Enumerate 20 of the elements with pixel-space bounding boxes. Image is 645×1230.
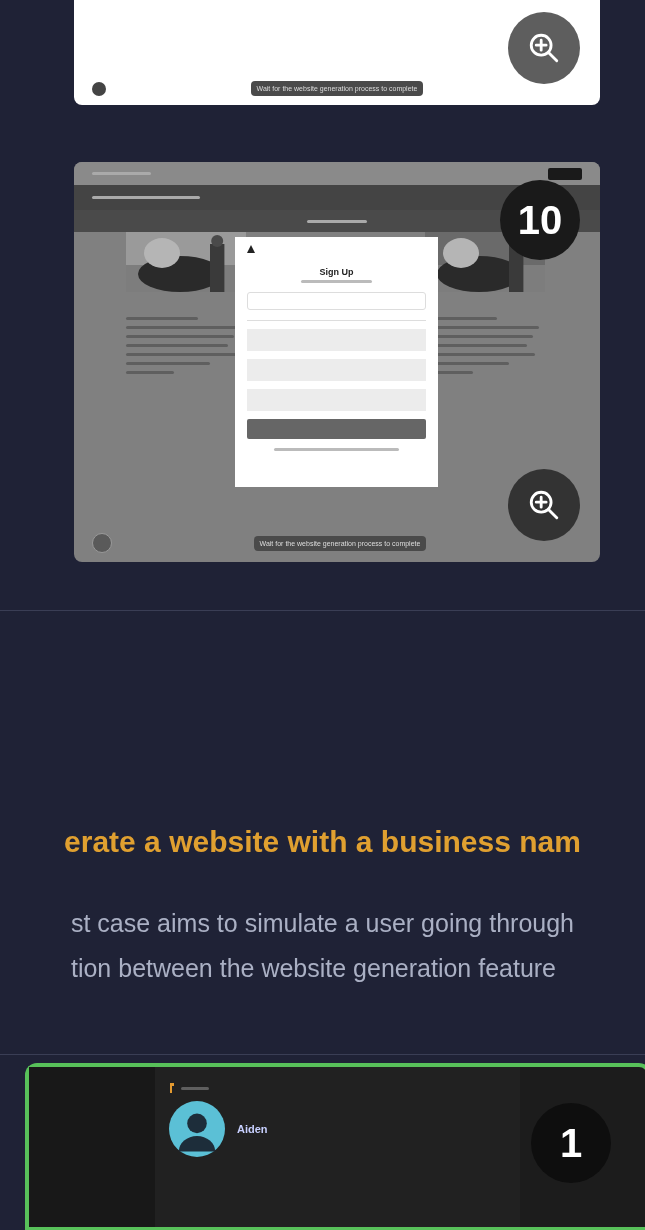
text-placeholder-line (126, 371, 174, 374)
description-text: tion between the website generation feature (70, 954, 558, 983)
text-placeholder-line (181, 1086, 209, 1090)
user-name: Aiden (237, 1123, 268, 1135)
logo-icon (247, 245, 255, 253)
text-placeholder-line (307, 219, 367, 223)
zoom-in-icon (527, 488, 561, 522)
sign-up-button[interactable] (247, 419, 426, 439)
modal-title: Sign Up (319, 267, 354, 277)
zoom-in-icon (527, 31, 561, 65)
dot-icon (92, 81, 106, 96)
step-badge: 1 (531, 1103, 611, 1183)
text-placeholder-line (126, 317, 198, 320)
logo-icon (169, 1083, 175, 1093)
dot-icon (92, 533, 112, 553)
text-placeholder-line (92, 172, 151, 175)
google-button[interactable] (247, 292, 426, 310)
description-text: st case aims to simulate a user going through (70, 909, 574, 938)
section-title: erate a website with a business nam (64, 825, 581, 859)
avatar (169, 1101, 225, 1157)
